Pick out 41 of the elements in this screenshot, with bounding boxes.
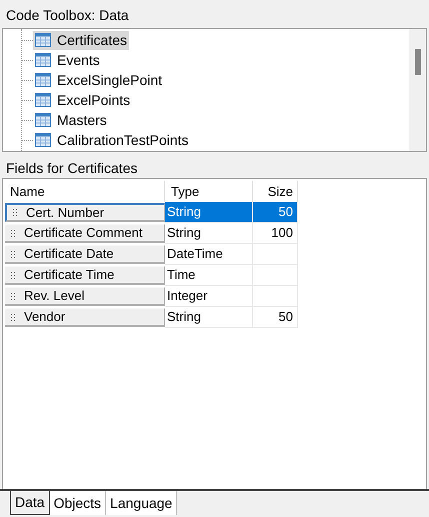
type-cell: DateTime [165,244,253,265]
tab[interactable]: Data [10,491,50,515]
type-cell: String [165,307,253,328]
type-cell: String [165,202,253,223]
type-cell: String [165,223,253,244]
table-icon [35,33,51,47]
drag-handle-icon [11,272,16,278]
tree-item[interactable]: CalibrationTestPoints [33,130,191,150]
table-icon [35,73,51,87]
tab[interactable]: Language [106,491,178,515]
field-name-cell[interactable]: Certificate Date [5,245,165,264]
tree-item[interactable]: Certificates [33,30,130,50]
tree-item[interactable]: Events [33,50,102,70]
field-name-cell[interactable]: Certificate Time [5,266,165,285]
table-icon [35,53,51,67]
scrollbar-thumb[interactable] [414,49,420,75]
drag-handle-icon [11,314,16,320]
tree-item[interactable]: ExcelPoints [33,90,132,110]
field-name-cell[interactable]: Cert. Number [5,203,165,222]
size-cell: 50 [253,202,298,223]
table-icon [35,133,51,147]
size-cell: 100 [253,223,298,244]
section-title: Fields for Certificates [5,159,138,178]
drag-handle-icon [13,209,18,216]
drag-handle-icon [11,250,16,258]
scrollbar[interactable] [409,29,426,151]
panel-title: Code Toolbox: Data [5,6,130,25]
table-icon [35,113,51,127]
field-name-cell[interactable]: Certificate Comment [5,224,165,243]
size-cell: 50 [253,307,298,328]
table-icon [35,93,51,107]
drag-handle-icon [11,230,16,236]
tree-item[interactable]: ExcelSinglePoint [33,70,164,90]
tab[interactable]: Objects [50,491,106,515]
column-header[interactable]: Name [5,181,165,202]
drag-handle-icon [11,292,16,300]
tree-item[interactable]: Masters [33,110,109,130]
type-cell: Time [165,265,253,286]
field-name-cell[interactable]: Rev. Level [5,287,165,306]
field-name-cell[interactable]: Vendor [5,308,165,327]
type-cell: Integer [165,286,253,307]
